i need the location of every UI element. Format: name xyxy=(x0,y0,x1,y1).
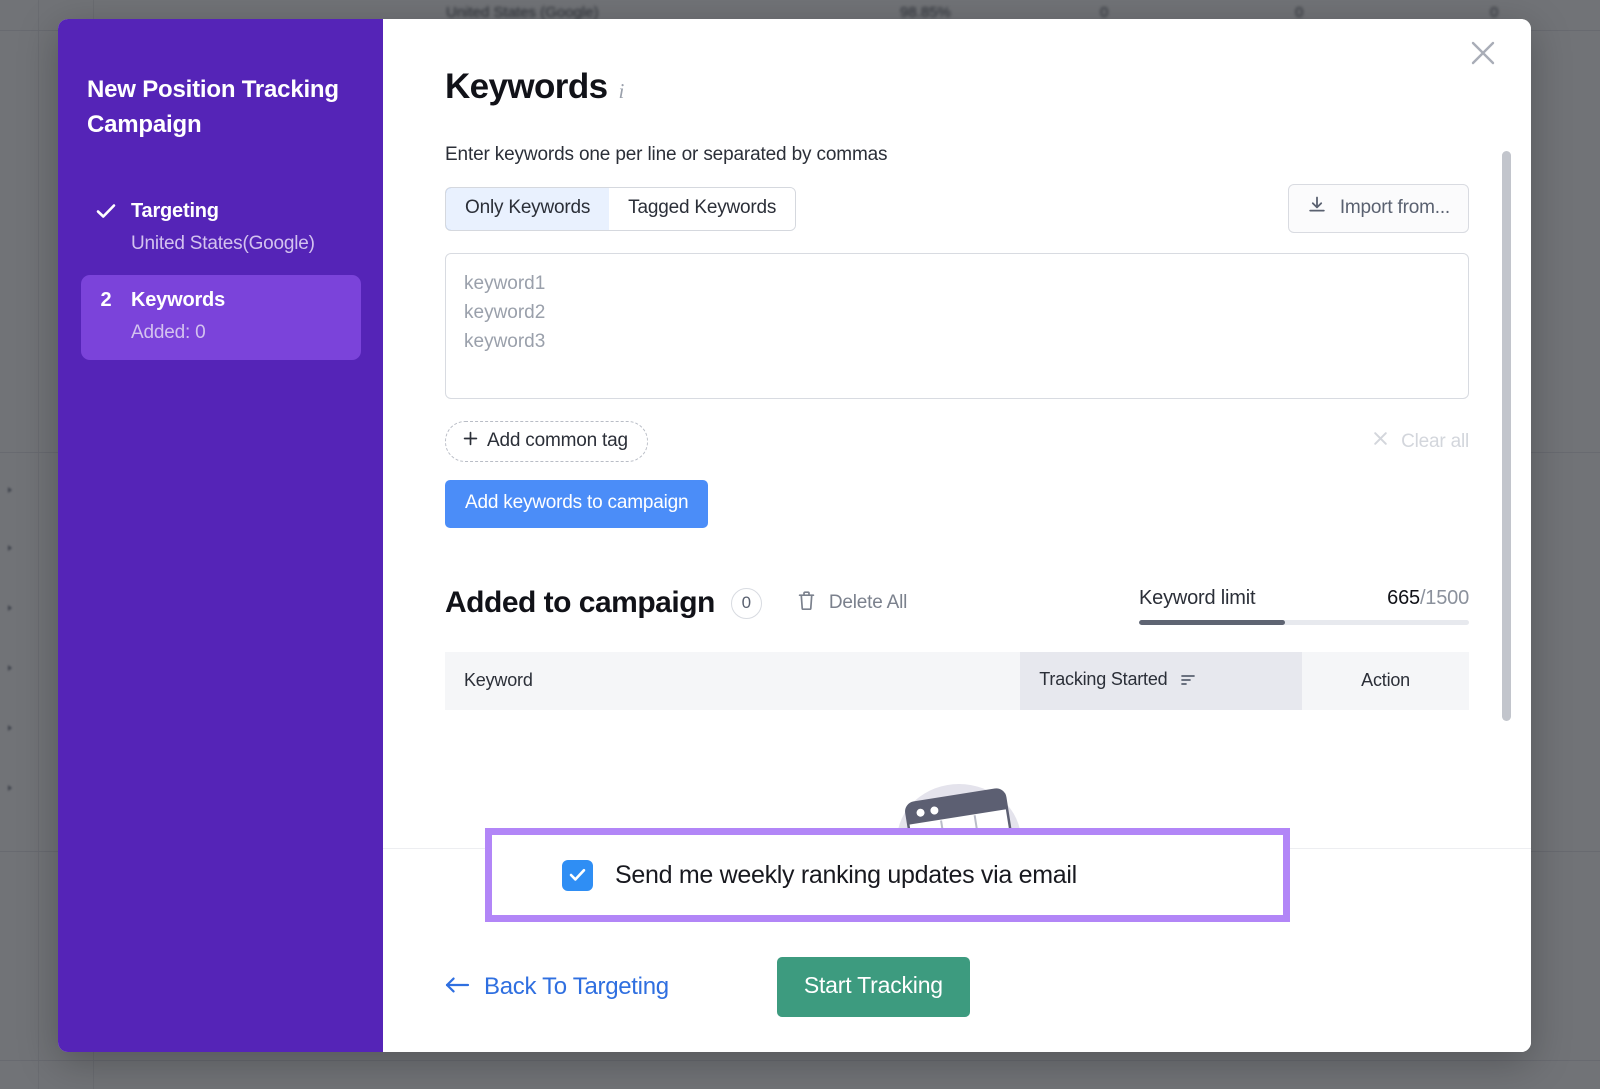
column-header-action: Action xyxy=(1302,652,1469,710)
modal-scrollbar-thumb[interactable] xyxy=(1502,151,1511,721)
keyword-limit-head: Keyword limit 665/1500 xyxy=(1139,587,1469,610)
sidebar-step-targeting-label: Targeting xyxy=(131,200,219,223)
tab-tagged-keywords[interactable]: Tagged Keywords xyxy=(609,188,795,230)
download-icon xyxy=(1307,195,1327,221)
added-to-campaign-count: 0 xyxy=(731,588,762,619)
keyword-limit-block: Keyword limit 665/1500 xyxy=(1139,581,1469,625)
modal-main-panel: Keywords i Enter keywords one per line o… xyxy=(383,19,1531,1052)
keyword-limit-used: 665 xyxy=(1387,587,1420,609)
close-icon xyxy=(1372,430,1389,453)
column-header-tracking-started-label: Tracking Started xyxy=(1039,669,1167,689)
start-tracking-button[interactable]: Start Tracking xyxy=(777,957,970,1017)
keyword-limit-value: 665/1500 xyxy=(1387,587,1469,610)
added-to-campaign-title: Added to campaign xyxy=(445,586,715,620)
wizard-sidebar: New Position Tracking Campaign Targeting… xyxy=(58,19,383,1052)
page-title: Keywords xyxy=(445,67,607,107)
sidebar-step-keywords-sub: Added: 0 xyxy=(131,322,347,344)
added-keywords-table: Keyword Tracking Started Action xyxy=(445,652,1469,710)
new-position-tracking-campaign-modal: New Position Tracking Campaign Targeting… xyxy=(58,19,1531,1052)
keywords-input[interactable] xyxy=(445,253,1469,399)
add-common-tag-label: Add common tag xyxy=(487,430,628,452)
clear-all-label: Clear all xyxy=(1401,431,1469,453)
import-from-button-label: Import from... xyxy=(1340,197,1450,219)
arrow-left-icon xyxy=(445,973,471,1001)
sidebar-step-targeting[interactable]: Targeting United States(Google) xyxy=(81,186,361,271)
column-header-tracking-started[interactable]: Tracking Started xyxy=(1020,652,1302,710)
back-to-targeting-label: Back To Targeting xyxy=(484,973,669,1001)
sidebar-step-keywords-label: Keywords xyxy=(131,289,225,312)
trash-icon xyxy=(797,590,816,617)
check-icon xyxy=(95,203,117,219)
keywords-helper-text: Enter keywords one per line or separated… xyxy=(445,144,1469,166)
keyword-mode-segmented-control: Only Keywords Tagged Keywords xyxy=(445,187,796,231)
column-header-keyword[interactable]: Keyword xyxy=(445,652,1020,710)
added-to-campaign-left: Added to campaign 0 Delete All xyxy=(445,586,907,620)
sidebar-step-keywords-head: 2 Keywords xyxy=(95,289,347,312)
keywords-tag-row: Add common tag Clear all xyxy=(445,421,1469,462)
email-updates-highlight-box: Send me weekly ranking updates via email xyxy=(485,828,1290,922)
weekly-email-checkbox[interactable] xyxy=(562,860,593,891)
add-common-tag-button[interactable]: Add common tag xyxy=(445,421,648,462)
page-title-row: Keywords i xyxy=(445,67,1469,107)
sidebar-step-targeting-sub: United States(Google) xyxy=(131,233,347,255)
keyword-limit-label: Keyword limit xyxy=(1139,587,1255,610)
table-header-row: Keyword Tracking Started Action xyxy=(445,652,1469,710)
keyword-limit-progress-fill xyxy=(1139,620,1285,625)
sidebar-step-keywords[interactable]: 2 Keywords Added: 0 xyxy=(81,275,361,360)
info-icon[interactable]: i xyxy=(618,79,624,104)
import-from-button[interactable]: Import from... xyxy=(1288,184,1469,233)
keywords-tabs-row: Only Keywords Tagged Keywords Import fro… xyxy=(445,184,1469,233)
tab-only-keywords[interactable]: Only Keywords xyxy=(445,187,610,231)
footer-actions: Back To Targeting Start Tracking xyxy=(445,957,1469,1017)
added-keywords-table-head: Keyword Tracking Started Action xyxy=(445,652,1469,710)
clear-all-button[interactable]: Clear all xyxy=(1372,430,1469,453)
keywords-scroll-area: Keywords i Enter keywords one per line o… xyxy=(383,19,1531,848)
plus-icon xyxy=(463,430,478,452)
weekly-email-label: Send me weekly ranking updates via email xyxy=(615,861,1077,890)
delete-all-label: Delete All xyxy=(829,592,907,614)
delete-all-button[interactable]: Delete All xyxy=(797,590,907,617)
campaign-wizard-title: New Position Tracking Campaign xyxy=(87,73,361,143)
modal-footer: Send me weekly ranking updates via email… xyxy=(383,848,1531,1052)
add-keywords-to-campaign-button[interactable]: Add keywords to campaign xyxy=(445,480,708,528)
modal-scrollbar-track[interactable] xyxy=(1502,151,1511,721)
sidebar-step-keywords-number: 2 xyxy=(95,289,117,312)
back-to-targeting-link[interactable]: Back To Targeting xyxy=(445,973,669,1001)
added-to-campaign-row: Added to campaign 0 Delete All xyxy=(445,581,1469,625)
keyword-limit-total: /1500 xyxy=(1420,587,1469,609)
sort-icon xyxy=(1181,670,1195,691)
keyword-limit-progress-track xyxy=(1139,620,1469,625)
sidebar-step-targeting-head: Targeting xyxy=(95,200,347,223)
